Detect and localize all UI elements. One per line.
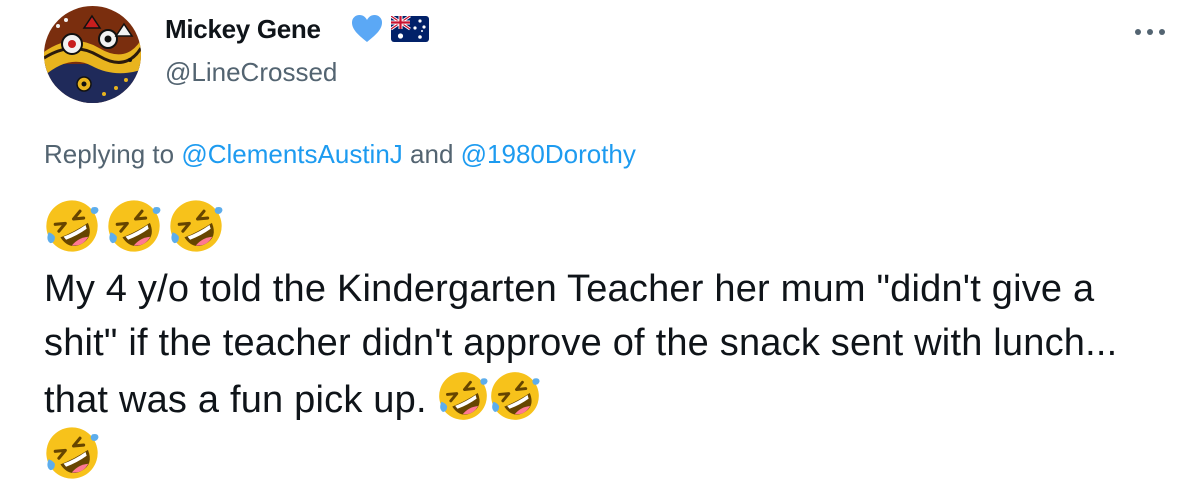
aboriginal-art-avatar-icon — [44, 6, 141, 103]
more-options-icon — [1135, 29, 1165, 35]
mention-link[interactable]: @1980Dorothy — [461, 139, 636, 169]
display-name[interactable]: Mickey Gene — [165, 14, 321, 45]
rofl-emoji-icon — [489, 370, 541, 422]
reply-connector: and — [402, 139, 461, 169]
blue-heart-icon — [351, 14, 383, 48]
rofl-emoji-icon — [168, 198, 224, 254]
name-badges — [351, 14, 429, 48]
replying-to-line: Replying to @ClementsAustinJ and @1980Do… — [44, 139, 636, 170]
more-options-button[interactable] — [1130, 20, 1170, 44]
trailing-emoji-row — [44, 425, 100, 486]
user-handle[interactable]: @LineCrossed — [165, 57, 337, 88]
leading-emoji-row — [44, 198, 224, 254]
avatar[interactable] — [44, 6, 141, 103]
rofl-emoji-icon — [437, 370, 489, 422]
australian-flag-icon — [390, 14, 429, 47]
rofl-emoji-icon — [106, 198, 162, 254]
mention-link[interactable]: @ClementsAustinJ — [181, 139, 402, 169]
tweet-card: Mickey Gene @LineCrossed Replying to @Cl… — [0, 0, 1190, 492]
trailing-emojis — [437, 370, 541, 437]
rofl-emoji-icon — [44, 425, 100, 481]
rofl-emoji-icon — [44, 198, 100, 254]
tweet-text: My 4 y/o told the Kindergarten Teacher h… — [44, 268, 1118, 421]
tweet-text-block: My 4 y/o told the Kindergarten Teacher h… — [44, 262, 1154, 437]
replying-to-label: Replying to — [44, 139, 182, 169]
